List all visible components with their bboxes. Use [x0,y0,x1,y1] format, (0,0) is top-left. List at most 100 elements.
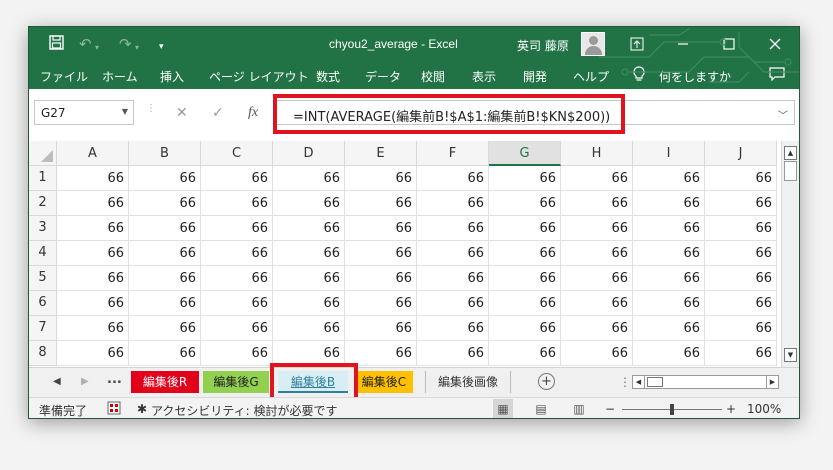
cell[interactable]: 66 [345,191,417,216]
page-layout-view-icon[interactable]: ▤ [531,399,551,418]
cell[interactable]: 66 [57,241,129,266]
sheet-next-icon[interactable]: ▶ [81,376,89,387]
cell[interactable]: 66 [201,216,273,241]
tab-review[interactable]: 校閲 [421,68,445,85]
close-button[interactable] [755,31,795,57]
cell[interactable]: 66 [561,241,633,266]
vertical-scroll-thumb[interactable] [784,161,797,181]
redo-dropdown-icon[interactable]: ▾ [135,39,139,57]
enter-icon[interactable]: ✓ [212,105,224,121]
cell[interactable]: 66 [633,316,705,341]
avatar[interactable] [581,32,605,56]
column-header-e[interactable]: E [345,141,417,166]
normal-view-icon[interactable]: ▦ [493,399,513,418]
accessibility-status[interactable]: アクセシビリティ: 検討が必要です [151,402,338,418]
cell[interactable]: 66 [561,166,633,191]
cell[interactable]: 66 [201,316,273,341]
row-header[interactable]: 5 [29,266,57,291]
cell[interactable]: 66 [129,241,201,266]
cell[interactable]: 66 [57,341,129,366]
cell[interactable]: 66 [705,291,777,316]
comment-icon[interactable] [769,67,785,84]
cell[interactable]: 66 [129,316,201,341]
cell[interactable]: 66 [345,291,417,316]
zoom-level[interactable]: 100% [747,402,781,416]
zoom-slider-thumb[interactable] [670,404,674,415]
ribbon-display-options-button[interactable] [617,31,657,57]
tab-help[interactable]: ヘルプ [573,68,609,85]
column-header-g[interactable]: G [489,141,561,166]
cell[interactable]: 66 [273,316,345,341]
cell[interactable]: 66 [705,191,777,216]
cell[interactable]: 66 [561,316,633,341]
cell[interactable]: 66 [273,291,345,316]
row-header[interactable]: 2 [29,191,57,216]
tab-developer[interactable]: 開発 [523,68,547,85]
cell[interactable]: 66 [345,216,417,241]
tab-page-layout[interactable]: ページ レイアウト [209,68,309,85]
cell[interactable]: 66 [633,266,705,291]
column-header-i[interactable]: I [633,141,705,166]
zoom-in-button[interactable]: + [726,402,736,416]
undo-icon[interactable]: ↶ [79,35,92,53]
cell[interactable]: 66 [345,266,417,291]
cell[interactable]: 66 [129,341,201,366]
cell[interactable]: 66 [705,266,777,291]
minimize-button[interactable] [663,31,703,57]
cell[interactable]: 66 [201,241,273,266]
cell[interactable]: 66 [417,266,489,291]
cell[interactable]: 66 [705,316,777,341]
sheet-tab[interactable]: 編集後C [355,371,413,393]
insert-function-icon[interactable]: fx [248,105,258,121]
column-header-j[interactable]: J [705,141,777,166]
row-header[interactable]: 1 [29,166,57,191]
zoom-out-button[interactable]: − [605,402,615,416]
cell[interactable]: 66 [417,241,489,266]
sheet-tab[interactable]: 編集後画像 [425,371,511,393]
cell[interactable]: 66 [345,241,417,266]
column-header-c[interactable]: C [201,141,273,166]
cell[interactable]: 66 [705,341,777,366]
cell[interactable]: 66 [705,216,777,241]
cell[interactable]: 66 [561,341,633,366]
cell[interactable]: 66 [273,166,345,191]
tab-data[interactable]: データ [365,68,401,85]
horizontal-scroll-thumb[interactable] [647,377,663,387]
cell[interactable]: 66 [273,191,345,216]
row-header[interactable]: 3 [29,216,57,241]
tab-file[interactable]: ファイル [40,68,88,85]
lightbulb-icon[interactable] [633,66,645,85]
cell[interactable]: 66 [129,291,201,316]
cell[interactable]: 66 [489,291,561,316]
cell[interactable]: 66 [633,216,705,241]
cell[interactable]: 66 [489,341,561,366]
redo-icon[interactable]: ↷ [119,35,132,53]
save-icon[interactable] [49,35,64,54]
cell[interactable]: 66 [417,191,489,216]
worksheet-grid[interactable]: ABCDEFGHIJ 1 66 66 66 66 66 66 66 66 66 66 2 66 66 66 6… [29,141,781,367]
cell[interactable]: 66 [345,316,417,341]
cell[interactable]: 66 [633,191,705,216]
name-box-dropdown-icon[interactable]: ▼ [122,107,128,116]
cell[interactable]: 66 [489,191,561,216]
customize-qat-icon[interactable]: ▾ [159,38,164,56]
cell[interactable]: 66 [705,241,777,266]
tab-home[interactable]: ホーム [102,68,138,85]
add-sheet-button[interactable]: + [538,373,555,390]
sheet-tab[interactable]: 編集後G [203,371,269,393]
column-header-f[interactable]: F [417,141,489,166]
column-header-b[interactable]: B [129,141,201,166]
cell[interactable]: 66 [201,341,273,366]
cell[interactable]: 66 [201,266,273,291]
cell[interactable]: 66 [57,166,129,191]
name-box[interactable]: G27 ▼ [34,100,134,125]
user-name[interactable]: 英司 藤原 [517,37,569,54]
macro-record-icon[interactable] [107,401,121,418]
cell[interactable]: 66 [417,216,489,241]
accessibility-icon[interactable]: ✱ [137,402,147,416]
cell[interactable]: 66 [561,191,633,216]
cell[interactable]: 66 [201,166,273,191]
cell[interactable]: 66 [489,241,561,266]
cell[interactable]: 66 [57,216,129,241]
row-header[interactable]: 7 [29,316,57,341]
